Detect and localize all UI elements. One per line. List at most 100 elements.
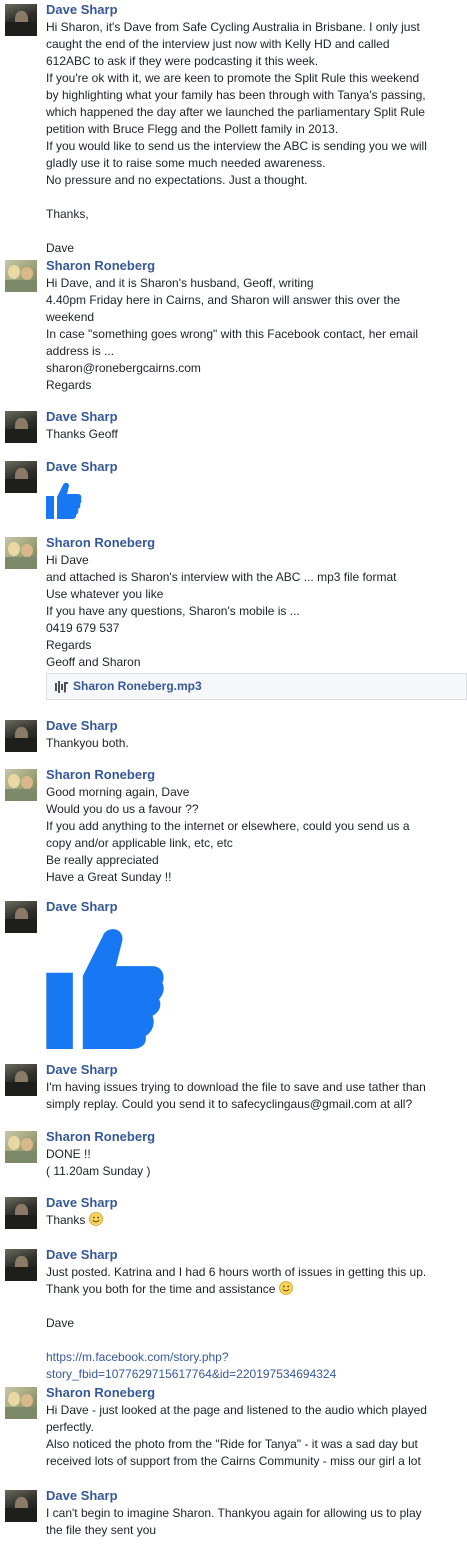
message-line: Thanks, <box>46 207 89 221</box>
sender-name[interactable]: Dave Sharp <box>46 458 118 475</box>
avatar[interactable] <box>5 1197 37 1229</box>
message-text: I can't begin to imagine Sharon. Thankyo… <box>46 1505 464 1539</box>
message-line: gladly use it to raise some much needed … <box>46 156 326 170</box>
avatar[interactable] <box>5 4 37 36</box>
sender-name[interactable]: Sharon Roneberg <box>46 257 155 274</box>
message-line: caught the end of the interview just now… <box>46 37 390 51</box>
message-line: Thanks Geoff <box>46 427 118 441</box>
avatar[interactable] <box>5 1387 37 1419</box>
avatar[interactable] <box>5 1490 37 1522</box>
message-text: DONE !! ( 11.20am Sunday ) <box>46 1146 464 1180</box>
message-line: Hi Dave - just looked at the page and li… <box>46 1403 427 1417</box>
message-text: Hi Dave - just looked at the page and li… <box>46 1402 464 1470</box>
message-text: Thankyou both. <box>46 735 464 752</box>
avatar[interactable] <box>5 1131 37 1163</box>
message-line: Hi Sharon, it's Dave from Safe Cycling A… <box>46 20 420 34</box>
message-line: weekend <box>46 310 95 324</box>
message-line: copy and/or applicable link, etc, etc <box>46 836 233 850</box>
avatar[interactable] <box>5 260 37 292</box>
message-line: ( 11.20am Sunday ) <box>46 1164 151 1178</box>
message-line: petition with Bruce Flegg and the Pollet… <box>46 122 339 136</box>
message-line: Be really appreciated <box>46 853 159 867</box>
sender-name[interactable]: Dave Sharp <box>46 1 118 18</box>
sender-name[interactable]: Sharon Roneberg <box>46 534 155 551</box>
message-line: Dave <box>46 241 75 255</box>
message-line: In case "something goes wrong" with this… <box>46 327 419 341</box>
message-text: Hi Sharon, it's Dave from Safe Cycling A… <box>46 19 464 257</box>
smiley-emoji-icon <box>88 1212 103 1226</box>
message-line: and attached is Sharon's interview with … <box>46 570 397 584</box>
message-line: Just posted. Katrina and I had 6 hours w… <box>46 1265 427 1279</box>
message-line: Thanks <box>46 1212 464 1229</box>
sender-name[interactable]: Sharon Roneberg <box>46 1384 155 1401</box>
message-text: Hi Dave, and it is Sharon's husband, Geo… <box>46 275 464 394</box>
message-line: 4.40pm Friday here in Cairns, and Sharon… <box>46 293 401 307</box>
message-line: Also noticed the photo from the "Ride fo… <box>46 1437 418 1451</box>
message-text: Thanks <box>46 1212 464 1229</box>
message-line: Thank you both for the time and assistan… <box>46 1281 464 1298</box>
message-line: If you're ok with it, we are keen to pro… <box>46 71 420 85</box>
audio-file-icon <box>55 681 68 693</box>
message-line-text: Thank you both for the time and assistan… <box>46 1282 276 1296</box>
message-text: I'm having issues trying to download the… <box>46 1079 464 1113</box>
message-line: 612ABC to ask if they were podcasting it… <box>46 54 319 68</box>
message-line: Hi Dave <box>46 553 89 567</box>
avatar[interactable] <box>5 720 37 752</box>
smiley-emoji-icon <box>278 1281 293 1295</box>
message-line-text: Thanks <box>46 1213 86 1227</box>
file-attachment[interactable]: Sharon Roneberg.mp3 <box>46 673 467 700</box>
message-line: Hi Dave, and it is Sharon's husband, Geo… <box>46 276 314 290</box>
avatar[interactable] <box>5 537 37 569</box>
avatar[interactable] <box>5 769 37 801</box>
message-line: Would you do us a favour ?? <box>46 802 199 816</box>
message-line: received lots of support from the Cairns… <box>46 1454 421 1468</box>
message-line: simply replay. Could you send it to safe… <box>46 1097 413 1111</box>
message-line: Good morning again, Dave <box>46 785 190 799</box>
message-line: 0419 679 537 <box>46 621 120 635</box>
avatar[interactable] <box>5 1064 37 1096</box>
message-line: If you would like to send us the intervi… <box>46 139 427 153</box>
message-line: Regards <box>46 638 92 652</box>
message-line: sharon@ronebergcairns.com <box>46 361 201 375</box>
story-link[interactable]: https://m.facebook.com/story.php? <box>46 1349 464 1366</box>
sender-name[interactable]: Dave Sharp <box>46 1194 118 1211</box>
sender-name[interactable]: Dave Sharp <box>46 1246 118 1263</box>
message-line: Have a Great Sunday !! <box>46 870 172 884</box>
sender-name[interactable]: Dave Sharp <box>46 1061 118 1078</box>
sender-name[interactable]: Dave Sharp <box>46 1487 118 1504</box>
message-line: If you have any questions, Sharon's mobi… <box>46 604 300 618</box>
message-line: by highlighting what your family has bee… <box>46 88 426 102</box>
sender-name[interactable]: Dave Sharp <box>46 408 118 425</box>
message-line: Thankyou both. <box>46 736 129 750</box>
message-line: DONE !! <box>46 1147 91 1161</box>
message-line: Geoff and Sharon <box>46 655 141 669</box>
sender-name[interactable]: Dave Sharp <box>46 717 118 734</box>
message-line: address is ... <box>46 344 115 358</box>
message-line: I'm having issues trying to download the… <box>46 1080 426 1094</box>
message-line: Dave <box>46 1316 75 1330</box>
message-text: Hi Dave and attached is Sharon's intervi… <box>46 552 464 671</box>
avatar[interactable] <box>5 461 37 493</box>
message-text: Good morning again, Dave Would you do us… <box>46 784 464 886</box>
message-line: I can't begin to imagine Sharon. Thankyo… <box>46 1506 422 1520</box>
avatar[interactable] <box>5 411 37 443</box>
sender-name[interactable]: Sharon Roneberg <box>46 1128 155 1145</box>
avatar[interactable] <box>5 1249 37 1281</box>
message-line: Use whatever you like <box>46 587 164 601</box>
story-link[interactable]: story_fbid=1077629715617764&id=220197534… <box>46 1366 464 1383</box>
message-line: perfectly. <box>46 1420 94 1434</box>
attachment-filename[interactable]: Sharon Roneberg.mp3 <box>73 678 202 695</box>
sender-name[interactable]: Sharon Roneberg <box>46 766 155 783</box>
message-text: Thanks Geoff <box>46 426 464 443</box>
avatar[interactable] <box>5 901 37 933</box>
sender-name[interactable]: Dave Sharp <box>46 898 118 915</box>
message-line: No pressure and no expectations. Just a … <box>46 173 308 187</box>
large-thumbs-up-icon <box>46 929 164 1049</box>
message-line: the file they sent you <box>46 1523 157 1537</box>
message-line: If you add anything to the internet or e… <box>46 819 410 833</box>
message-text: Just posted. Katrina and I had 6 hours w… <box>46 1264 464 1383</box>
